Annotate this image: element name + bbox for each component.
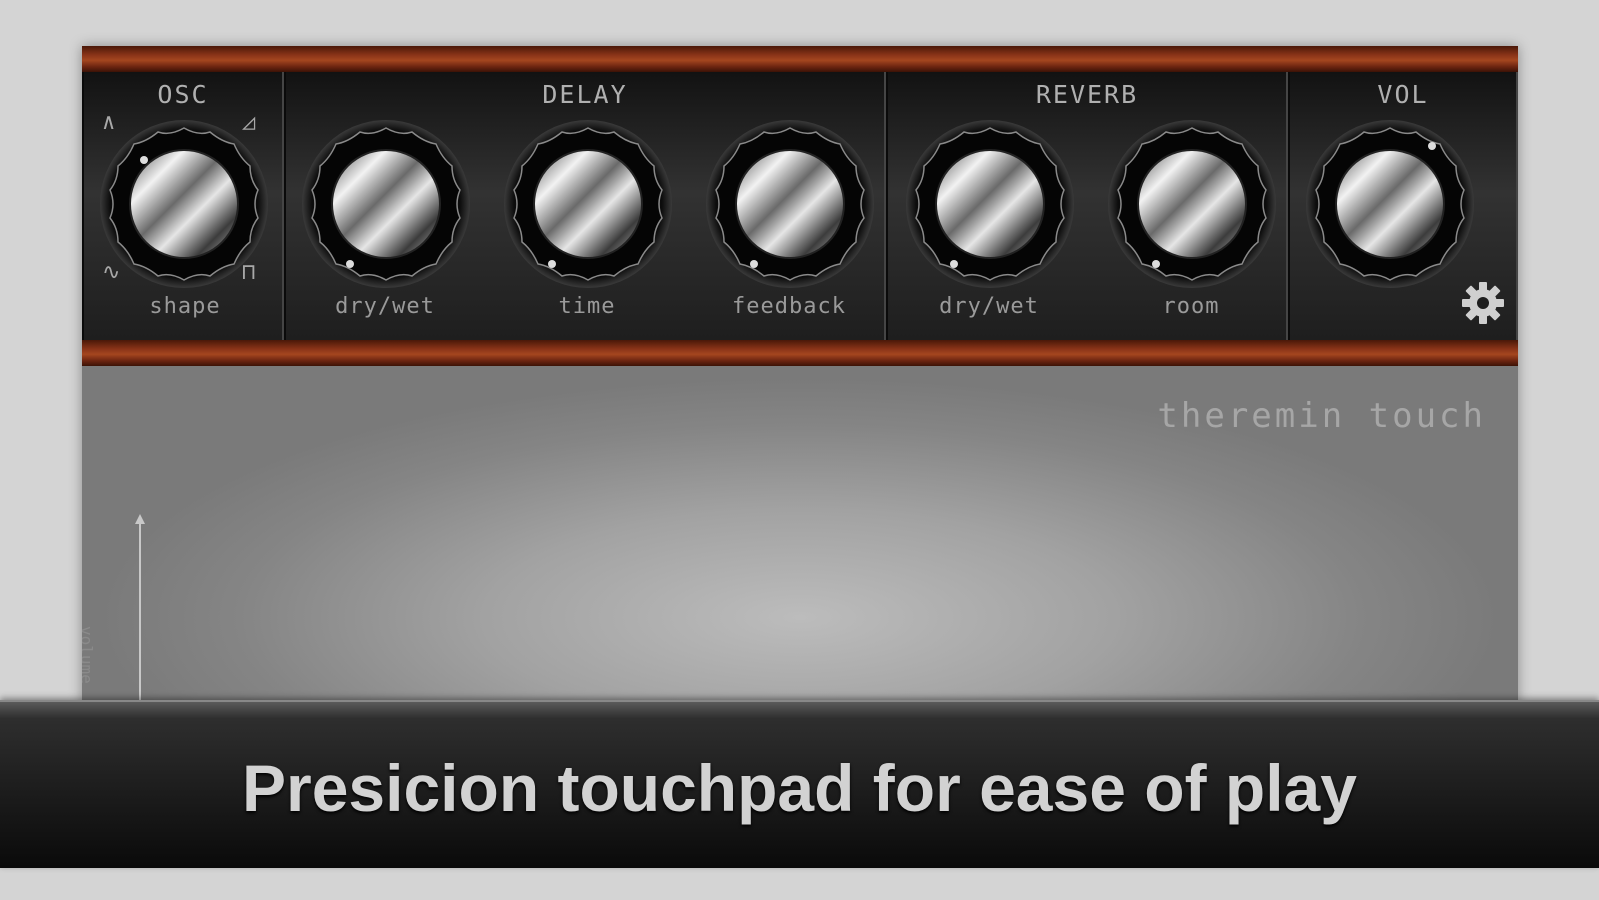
knob-delay-feedback[interactable] (704, 118, 876, 290)
volume-axis-label: volume (82, 626, 96, 684)
wood-trim-bottom (82, 340, 1518, 366)
section-osc: OSC ∧ ◿ ∿ ⊓ shape (82, 72, 284, 340)
knob-dial (905, 119, 1075, 289)
knob-label-shape: shape (149, 294, 221, 319)
knob-label-delay-dry-wet: dry/wet (335, 294, 435, 319)
knob-reverb-dry-wet[interactable] (904, 118, 1076, 290)
caption-text: Presicion touchpad for ease of play (242, 751, 1357, 825)
wood-trim-top (82, 46, 1518, 72)
knob-dial (705, 119, 875, 289)
knob-dial (503, 119, 673, 289)
knob-dial (1305, 119, 1475, 289)
knob-label-delay-time: time (558, 294, 616, 319)
gear-icon[interactable] (1460, 280, 1506, 326)
section-title-reverb: REVERB (1035, 80, 1139, 109)
section-title-vol: VOL (1377, 80, 1429, 109)
synth-device: OSC ∧ ◿ ∿ ⊓ shape DELAY dry/wet time fee… (82, 46, 1518, 706)
section-reverb: REVERB dry/wet room (886, 72, 1288, 340)
section-title-osc: OSC (157, 80, 209, 109)
knob-delay-dry-wet[interactable] (300, 118, 472, 290)
control-panel: OSC ∧ ◿ ∿ ⊓ shape DELAY dry/wet time fee… (82, 72, 1518, 340)
knob-label-reverb-room: room (1162, 294, 1220, 319)
section-delay: DELAY dry/wet time feedback (284, 72, 886, 340)
knob-volume[interactable] (1304, 118, 1476, 290)
knob-reverb-room[interactable] (1106, 118, 1278, 290)
caption-banner: Presicion touchpad for ease of play (0, 700, 1599, 868)
knob-label-delay-feedback: feedback (732, 294, 846, 319)
knob-dial (99, 119, 269, 289)
volume-axis-arrow-icon (135, 514, 145, 706)
knob-dial (1107, 119, 1277, 289)
touchpad[interactable]: theremin touch volume (82, 366, 1518, 706)
knob-delay-time[interactable] (502, 118, 674, 290)
app-title: theremin touch (1157, 396, 1486, 436)
knob-label-reverb-dry-wet: dry/wet (939, 294, 1039, 319)
knob-osc-shape[interactable] (98, 118, 270, 290)
section-title-delay: DELAY (542, 80, 628, 109)
knob-dial (301, 119, 471, 289)
section-vol: VOL (1288, 72, 1518, 340)
